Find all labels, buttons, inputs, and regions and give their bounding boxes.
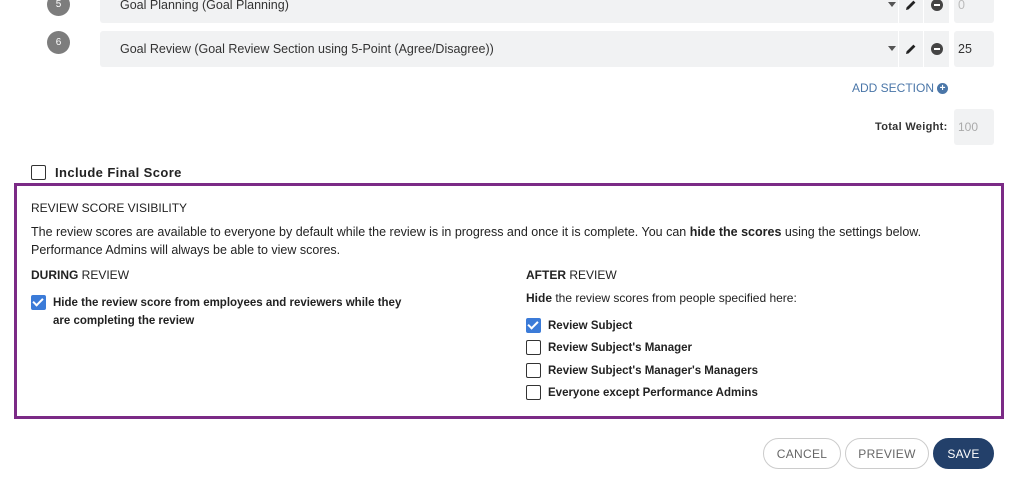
after-review-instruction: Hide the review scores from people speci… xyxy=(526,291,797,305)
section-number: 6 xyxy=(47,31,70,54)
section-row: 6 Goal Review (Goal Review Section using… xyxy=(0,31,1023,67)
visibility-title: REVIEW SCORE VISIBILITY xyxy=(31,201,188,215)
preview-button[interactable]: PREVIEW xyxy=(845,438,929,469)
section-select-label: Goal Review (Goal Review Section using 5… xyxy=(120,42,494,56)
edit-section-button[interactable] xyxy=(898,31,923,67)
include-final-score-label: Include Final Score xyxy=(55,165,182,180)
after-review-option-label: Review Subject's Manager xyxy=(548,342,692,354)
visibility-description: The review scores are available to every… xyxy=(31,225,922,257)
after-review-option[interactable]: Review Subject xyxy=(526,317,632,335)
section-row: 5 Goal Planning (Goal Planning) 0 xyxy=(0,0,1023,23)
during-review-heading: DURING REVIEW xyxy=(31,268,130,282)
add-section-link[interactable]: ADD SECTION + xyxy=(852,81,949,95)
after-review-heading: AFTER REVIEW xyxy=(526,268,617,282)
edit-section-button[interactable] xyxy=(898,0,923,23)
after-review-checkbox[interactable] xyxy=(526,385,541,400)
chevron-down-icon xyxy=(888,2,896,7)
section-select-label: Goal Planning (Goal Planning) xyxy=(120,0,289,12)
after-review-option-label: Review Subject xyxy=(548,320,633,332)
after-review-option[interactable]: Everyone except Performance Admins xyxy=(526,384,758,402)
hide-during-review-checkbox[interactable] xyxy=(31,295,46,310)
remove-section-button[interactable] xyxy=(923,31,949,67)
hide-during-review-option[interactable]: Hide the review score from employees and… xyxy=(31,294,401,330)
after-review-checkbox[interactable] xyxy=(526,318,541,333)
pencil-icon xyxy=(906,44,916,54)
section-select[interactable]: Goal Planning (Goal Planning) xyxy=(100,0,898,23)
after-review-option-label: Review Subject's Manager's Managers xyxy=(548,365,758,377)
minus-circle-icon xyxy=(930,0,943,11)
total-weight-label: Total Weight: xyxy=(875,121,948,133)
section-weight-input[interactable]: 25 xyxy=(954,31,994,67)
section-weight-input[interactable]: 0 xyxy=(954,0,994,23)
add-section-label: ADD SECTION xyxy=(852,81,935,95)
after-review-checkbox[interactable] xyxy=(526,363,541,378)
hide-during-review-label: Hide the review score from employees and… xyxy=(53,297,402,327)
after-review-option[interactable]: Review Subject's Manager's Managers xyxy=(526,362,758,380)
include-final-score-checkbox[interactable] xyxy=(31,165,46,180)
cancel-button[interactable]: CANCEL xyxy=(763,438,841,469)
after-review-option-label: Everyone except Performance Admins xyxy=(548,387,758,399)
section-select[interactable]: Goal Review (Goal Review Section using 5… xyxy=(100,31,898,67)
after-review-option[interactable]: Review Subject's Manager xyxy=(526,339,692,357)
save-button[interactable]: SAVE xyxy=(933,438,994,469)
minus-circle-icon xyxy=(930,43,943,55)
plus-circle-icon: + xyxy=(937,82,949,94)
section-number: 5 xyxy=(47,0,70,16)
after-review-checkbox[interactable] xyxy=(526,340,541,355)
chevron-down-icon xyxy=(888,46,896,51)
include-final-score-option[interactable]: Include Final Score xyxy=(31,165,182,180)
total-weight-value: 100 xyxy=(954,109,994,145)
pencil-icon xyxy=(906,0,916,10)
remove-section-button[interactable] xyxy=(923,0,949,23)
